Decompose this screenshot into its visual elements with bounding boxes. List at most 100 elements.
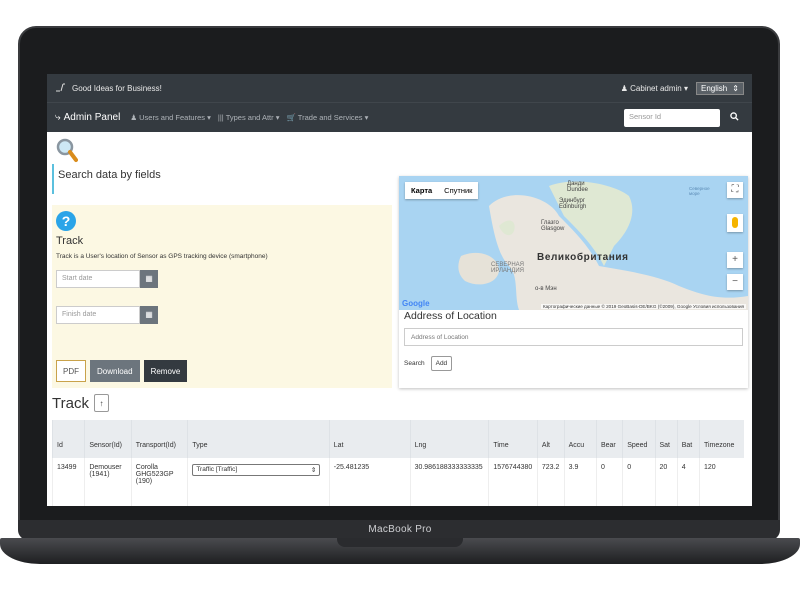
sensor-id-input[interactable]: Sensor Id (624, 108, 720, 127)
col-speed[interactable]: Speed (622, 420, 655, 458)
zoom-out-button[interactable]: − (727, 274, 743, 290)
pdf-button[interactable]: PDF (56, 360, 86, 382)
tab-satellite[interactable]: Спутник (438, 182, 478, 199)
cell-transport: Corolla GHG523GP (190) (130, 458, 188, 506)
download-button[interactable]: Download (90, 360, 140, 382)
location-panel: Карта Спутник ⛶ + − Данди Dundee Эдинбур… (399, 176, 748, 388)
magnifier-icon (56, 138, 392, 164)
track-table: Id Sensor(Id) Transport(Id) Type Lat Lng… (51, 420, 744, 506)
table-row[interactable]: 13499 Demouser (1941) Corolla GHG523GP (… (51, 458, 744, 506)
caret-down-icon: ▾ (207, 113, 211, 122)
language-select[interactable]: English ⇕ (696, 81, 744, 95)
col-bat[interactable]: Bat (676, 420, 700, 458)
language-value: English (701, 83, 728, 93)
action-buttons: PDF Download Remove (56, 360, 188, 382)
calendar-icon[interactable]: ▦ (140, 270, 158, 288)
screen: Good Ideas for Business! ♟ Cabinet admin… (47, 74, 752, 506)
address-add-button[interactable]: Add (430, 356, 453, 371)
cell-sat: 20 (654, 458, 678, 506)
cabinet-link[interactable]: ♟ Cabinet admin ▾ (621, 84, 688, 93)
address-input[interactable]: Address of Location (404, 328, 743, 346)
start-date-input[interactable]: Start date (56, 270, 140, 288)
zoom-in-button[interactable]: + (727, 252, 743, 268)
col-alt[interactable]: Alt (536, 420, 565, 458)
cabinet-label: Cabinet admin (630, 83, 682, 93)
col-transport[interactable]: Transport(Id) (130, 420, 188, 458)
users-icon: ♟ (130, 113, 138, 122)
col-accu[interactable]: Accu (563, 420, 597, 458)
track-panel-description: Track is a User's location of Sensor as … (56, 253, 268, 260)
tab-map[interactable]: Карта (405, 182, 438, 199)
col-time[interactable]: Time (488, 420, 538, 458)
address-buttons: Search Add (399, 350, 748, 377)
map-label-uk: Великобритания (537, 252, 629, 263)
calendar-icon[interactable]: ▦ (140, 306, 158, 324)
col-bear[interactable]: Bear (595, 420, 623, 458)
col-timezone[interactable]: Timezone (698, 420, 744, 458)
track-table-header: Track ↑ (52, 394, 109, 412)
cell-bear: 0 (595, 458, 623, 506)
start-date-group: Start date ▦ (56, 270, 388, 288)
laptop-notch (337, 538, 463, 547)
col-type[interactable]: Type (187, 420, 330, 458)
barcode-icon: ||| (217, 113, 224, 122)
nav-item-label: Trade and Services (297, 113, 363, 122)
sort-up-icon[interactable]: ↑ (93, 394, 109, 412)
map-label-northern-ireland: СЕВЕРНАЯ ИРЛАНДИЯ (491, 262, 525, 274)
cell-accu: 3.9 (563, 458, 597, 506)
remove-button[interactable]: Remove (143, 360, 188, 382)
logo-icon (55, 82, 69, 94)
nav-item-label: Types and Attr (225, 113, 274, 122)
col-id[interactable]: Id (51, 420, 85, 458)
cell-sensor: Demouser (1941) (84, 458, 132, 506)
col-lat[interactable]: Lat (328, 420, 411, 458)
col-lng[interactable]: Lng (409, 420, 489, 458)
cell-bat: 4 (676, 458, 700, 506)
top-bar: Good Ideas for Business! ♟ Cabinet admin… (47, 74, 752, 102)
main-content: Search data by fields ? Track Track is a… (47, 132, 752, 506)
question-icon[interactable]: ? (56, 211, 76, 231)
admin-panel-link[interactable]: ⤷ Admin Panel (55, 112, 120, 123)
search-panel: Search data by fields ? Track Track is a… (52, 138, 392, 388)
track-table-title: Track (52, 394, 89, 412)
map-label-north-sea: Северное море (689, 186, 710, 196)
laptop-frame: MacBook Pro Good Ideas for Business! ♟ C… (0, 0, 800, 600)
map-type-tabs: Карта Спутник (405, 182, 479, 199)
fullscreen-icon[interactable]: ⛶ (727, 182, 743, 198)
caret-down-icon: ▾ (275, 113, 280, 122)
finish-date-group: Finish date ▦ (56, 306, 388, 324)
logo-text: Good Ideas for Business! (72, 83, 162, 93)
map-label-glasgow: Глазго Glasgow (541, 220, 565, 232)
logo[interactable]: Good Ideas for Business! (55, 82, 162, 94)
cell-lat: -25.481235 (328, 458, 411, 506)
cart-icon: 🛒 (286, 113, 296, 122)
device-label: MacBook Pro (368, 524, 432, 535)
admin-panel-title: Admin Panel (63, 112, 121, 123)
nav-item-label: Users and Features (139, 113, 206, 122)
caret-down-icon: ▾ (364, 113, 369, 122)
map-view[interactable]: Карта Спутник ⛶ + − Данди Dundee Эдинбур… (399, 176, 748, 310)
select-arrows-icon: ⇕ (732, 83, 739, 93)
type-select-value: Traffic [Traffic] (196, 466, 238, 473)
caret-down-icon: ▾ (683, 83, 688, 93)
col-sat[interactable]: Sat (654, 420, 678, 458)
nav-trade-services[interactable]: 🛒 Trade and Services ▾ (287, 113, 369, 122)
map-label-isle-of-man: о-в Мэн (535, 286, 557, 292)
street-view-icon[interactable] (727, 214, 743, 232)
search-icon (730, 112, 739, 121)
nav-types-attr[interactable]: ||| Types and Attr ▾ (218, 113, 280, 122)
map-attribution[interactable]: Картографические данные © 2019 GeoBasis-… (540, 304, 746, 309)
table-header-row: Id Sensor(Id) Transport(Id) Type Lat Lng… (51, 420, 744, 458)
cell-speed: 0 (622, 458, 655, 506)
track-filter-panel: ? Track Track is a User's location of Se… (52, 205, 392, 388)
col-sensor[interactable]: Sensor(Id) (84, 420, 132, 458)
nav-users-features[interactable]: ♟ Users and Features ▾ (130, 113, 211, 122)
select-arrows-icon: ⇕ (310, 467, 317, 474)
address-search-button[interactable]: Search (404, 360, 425, 367)
user-icon: ♟ (620, 83, 628, 93)
search-button[interactable] (730, 112, 744, 123)
type-select[interactable]: Traffic [Traffic] ⇕ (192, 464, 321, 476)
map-label-edinburgh: Эдинбург Edinburgh (559, 198, 587, 210)
cell-alt: 723.2 (536, 458, 565, 506)
finish-date-input[interactable]: Finish date (56, 306, 140, 324)
